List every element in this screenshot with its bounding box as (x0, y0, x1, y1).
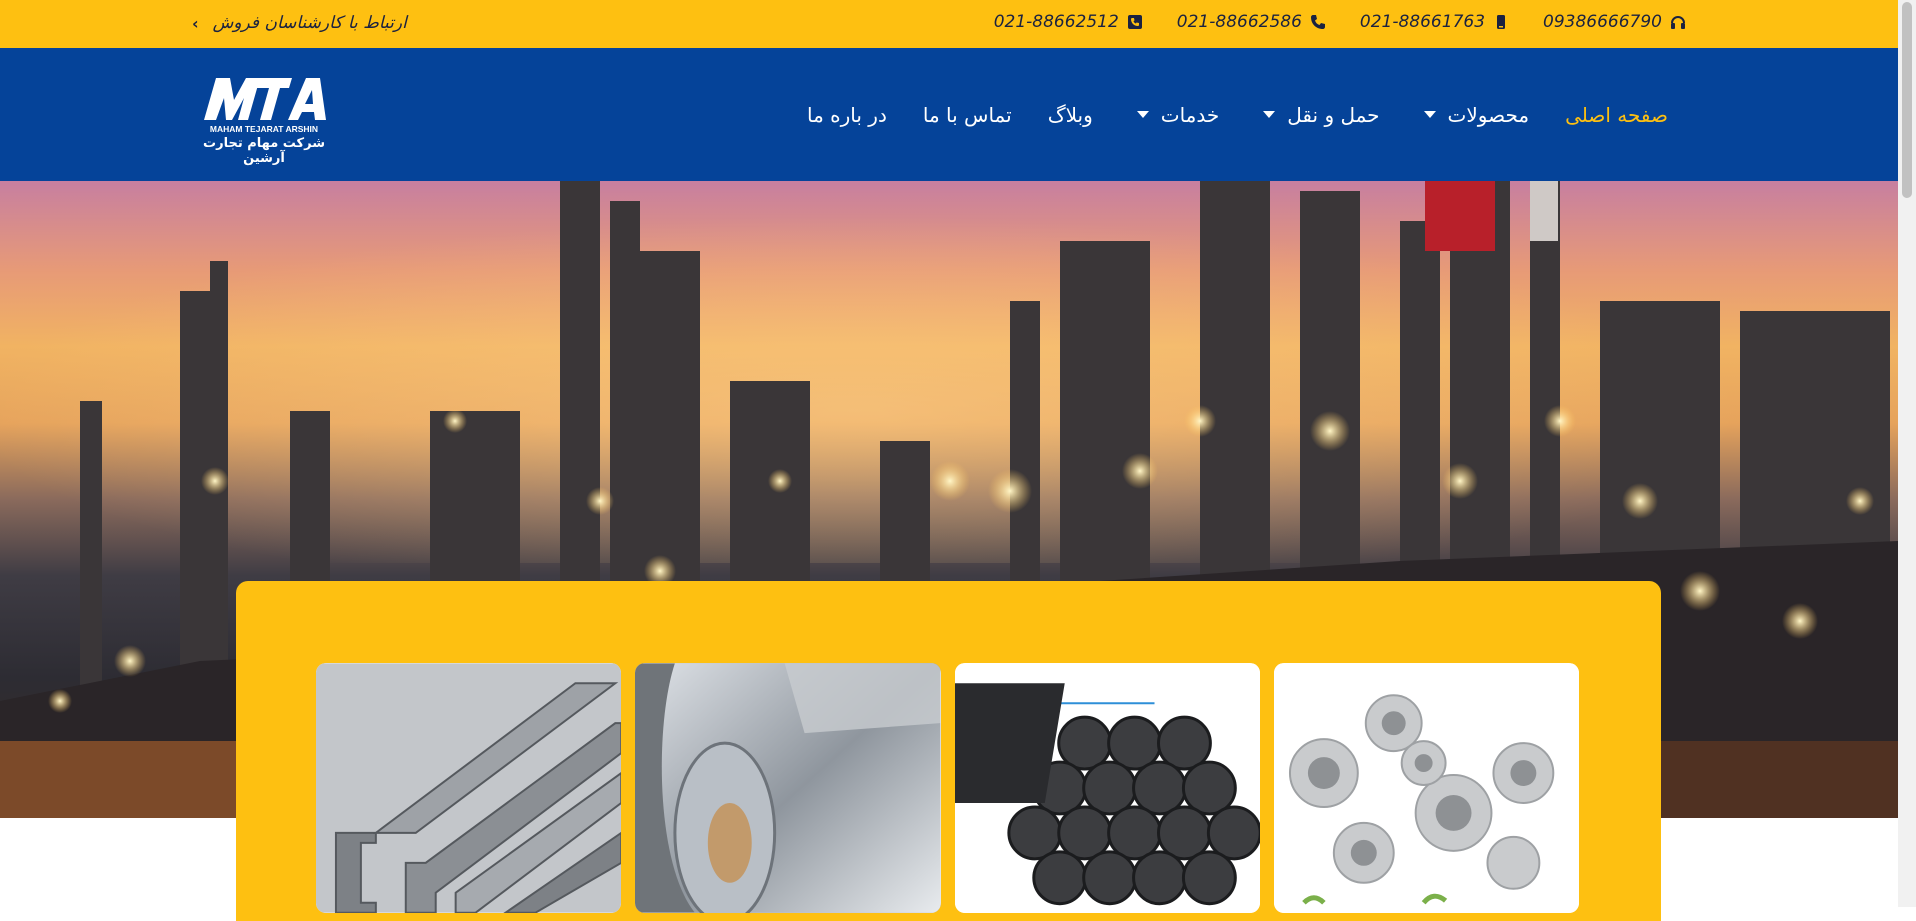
product-card-pvc-fittings[interactable] (1273, 663, 1579, 913)
caret-down-icon (1263, 111, 1276, 118)
contact-mobile-primary[interactable]: 09386666790 (1543, 12, 1686, 32)
nav-item-contact[interactable]: تماس با ما (905, 103, 1030, 127)
steel-profiles-image (316, 663, 622, 913)
logo-mark: MAHAM TEJARAT ARSHIN (204, 78, 326, 134)
hdpe-pipes-image (954, 663, 1260, 913)
page-scrollbar[interactable] (1898, 0, 1916, 907)
nav-item-blog[interactable]: وبلاگ (1030, 103, 1111, 127)
chevron-left-icon: ‹ (192, 13, 199, 33)
metal-coils-image (635, 663, 941, 913)
contact-fax[interactable]: 021-88662512 (994, 12, 1143, 32)
contact-text: 021-88662512 (993, 12, 1119, 32)
caret-down-icon (1423, 111, 1436, 118)
contact-phone-1[interactable]: 021-88661763 (1360, 12, 1509, 32)
product-card-steel-profiles[interactable] (316, 663, 622, 913)
nav-item-transport[interactable]: حمل و نقل (1237, 103, 1397, 127)
product-card-hdpe-pipes[interactable] (954, 663, 1260, 913)
logo-sub-fa: شرکت مهام تجارت آرشین (203, 136, 325, 166)
nav-item-home[interactable]: صفحه اصلی (1547, 103, 1686, 127)
products-panel (236, 581, 1661, 921)
nav-item-label: صفحه اصلی (1565, 102, 1668, 127)
scrollbar-thumb[interactable] (1902, 2, 1912, 198)
nav-item-label: در باره ما (806, 102, 887, 127)
nav-item-label: حمل و نقل (1287, 102, 1380, 127)
nav-menu: صفحه اصلی محصولات حمل و نقل خدمات وبلاگ … (789, 48, 1686, 181)
contact-text: 021-88661763 (1359, 12, 1486, 32)
nav-item-services[interactable]: خدمات (1111, 103, 1238, 127)
main-navbar: MAHAM TEJARAT ARSHIN شرکت مهام تجارت آرش… (0, 48, 1898, 181)
sales-link-label: ارتباط با کارشناسان فروش (212, 13, 407, 33)
logo-sub-en: MAHAM TEJARAT ARSHIN (210, 124, 318, 134)
nav-item-label: خدمات (1160, 102, 1220, 127)
contact-phone-2[interactable]: 021-88662586 (1177, 12, 1326, 32)
nav-item-label: محصولات (1447, 102, 1530, 127)
top-bar: 09386666790 021-88661763 021-88662586 02… (0, 0, 1898, 48)
nav-item-about[interactable]: در باره ما (789, 103, 905, 127)
company-logo[interactable]: MAHAM TEJARAT ARSHIN شرکت مهام تجارت آرش… (196, 72, 332, 166)
nav-item-label: وبلاگ (1047, 102, 1093, 127)
nav-item-label: تماس با ما (922, 102, 1012, 127)
mobile-icon (1493, 14, 1509, 30)
sales-contact-link[interactable]: ارتباط با کارشناسان فروش ‹ (192, 0, 407, 46)
contact-list: 09386666790 021-88661763 021-88662586 02… (994, 0, 1686, 44)
product-cards (316, 663, 1579, 913)
contact-text: 021-88662586 (1176, 12, 1302, 32)
product-card-metal-coils[interactable] (635, 663, 941, 913)
pvc-fittings-image (1273, 663, 1579, 913)
fax-icon (1127, 14, 1143, 30)
nav-item-products[interactable]: محصولات (1398, 103, 1548, 127)
phone-icon (1310, 14, 1326, 30)
contact-text: 09386666790 (1543, 12, 1662, 32)
caret-down-icon (1136, 111, 1149, 118)
headset-icon (1670, 14, 1686, 30)
